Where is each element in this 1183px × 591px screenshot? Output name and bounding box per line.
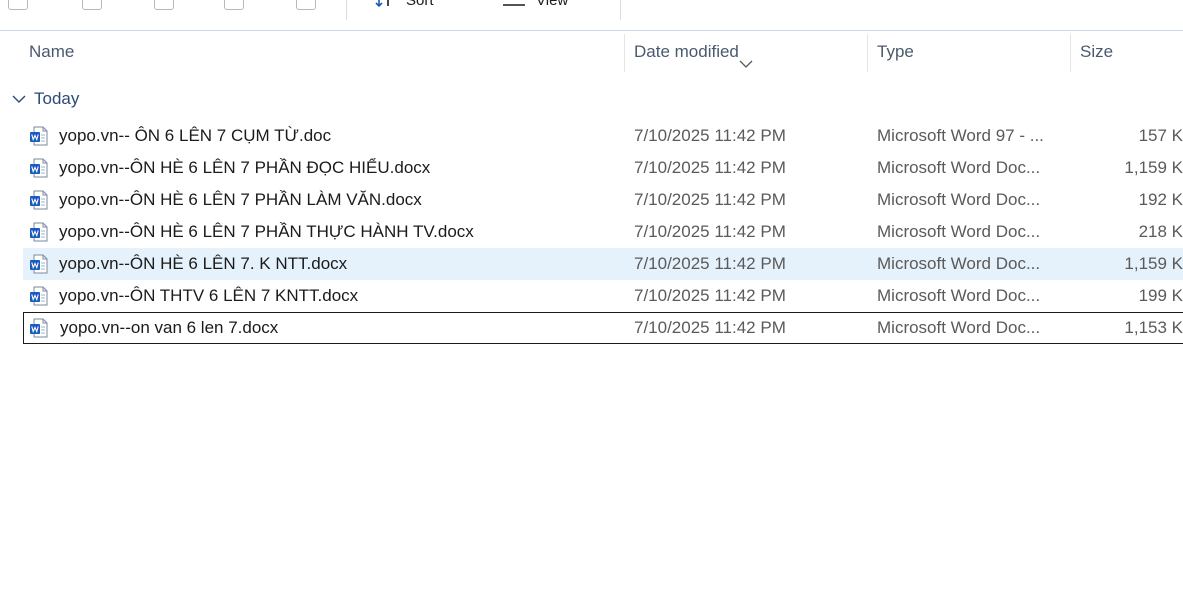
file-date-modified: 7/10/2025 11:42 PM — [634, 190, 786, 209]
column-header-size[interactable]: Size — [1071, 32, 1183, 72]
file-row[interactable]: yopo.vn--ÔN HÈ 6 LÊN 7 PHẦN ĐỌC HIỂU.doc… — [23, 152, 1183, 184]
word-document-icon — [30, 318, 48, 338]
file-date-modified: 7/10/2025 11:42 PM — [634, 254, 786, 273]
delete-icon[interactable] — [296, 0, 316, 10]
file-row[interactable]: yopo.vn--ÔN HÈ 6 LÊN 7 PHẦN THỰC HÀNH TV… — [23, 216, 1183, 248]
file-name: yopo.vn--ÔN HÈ 6 LÊN 7. K NTT.docx — [59, 254, 348, 273]
file-name: yopo.vn--ÔN HÈ 6 LÊN 7 PHẦN THỰC HÀNH TV… — [59, 222, 474, 241]
file-type: Microsoft Word Doc... — [877, 190, 1041, 209]
file-type: Microsoft Word Doc... — [877, 286, 1041, 305]
view-button[interactable]: View — [502, 0, 568, 11]
file-type: Microsoft Word Doc... — [877, 158, 1041, 177]
file-date-modified: 7/10/2025 11:42 PM — [634, 286, 786, 305]
file-date-modified: 7/10/2025 11:42 PM — [634, 158, 786, 177]
file-row[interactable]: yopo.vn-- ÔN 6 LÊN 7 CỤM TỪ.doc 7/10/202… — [23, 120, 1183, 152]
chevron-down-icon[interactable] — [12, 94, 26, 104]
sort-icon — [375, 0, 389, 8]
file-date-modified: 7/10/2025 11:42 PM — [634, 126, 786, 145]
file-row-hovered[interactable]: yopo.vn--ÔN HÈ 6 LÊN 7. K NTT.docx 7/10/… — [23, 248, 1183, 280]
file-name: yopo.vn--ÔN HÈ 6 LÊN 7 PHẦN ĐỌC HIỂU.doc… — [59, 158, 431, 177]
file-date-modified: 7/10/2025 11:42 PM — [634, 222, 786, 241]
copy-icon[interactable] — [8, 0, 28, 10]
file-name: yopo.vn--ÔN HÈ 6 LÊN 7 PHẦN LÀM VĂN.docx — [59, 190, 422, 209]
file-explorer-window: Sort View Name Date modified Type Size T… — [0, 0, 1183, 591]
rename-icon[interactable] — [224, 0, 244, 10]
sort-descending-icon — [739, 60, 753, 68]
word-document-icon — [30, 190, 48, 210]
column-header-type[interactable]: Type — [868, 32, 1070, 72]
word-document-icon — [30, 286, 48, 306]
word-document-icon — [30, 158, 48, 178]
sort-label: Sort — [406, 0, 434, 9]
file-type: Microsoft Word Doc... — [877, 318, 1041, 337]
file-size: 1,153 K — [1124, 318, 1183, 337]
file-name: yopo.vn--on van 6 len 7.docx — [60, 318, 279, 337]
command-bar: Sort View — [0, 0, 1183, 31]
file-size: 199 K — [1138, 286, 1183, 305]
file-size: 1,159 K — [1124, 254, 1183, 273]
file-name: yopo.vn--ÔN THTV 6 LÊN 7 KNTT.docx — [59, 286, 359, 305]
file-size: 192 K — [1138, 190, 1183, 209]
file-type: Microsoft Word Doc... — [877, 254, 1041, 273]
group-header-today[interactable]: Today — [12, 86, 79, 112]
file-size: 157 K — [1138, 126, 1183, 145]
file-size: 1,159 K — [1124, 158, 1183, 177]
file-row-focused[interactable]: yopo.vn--on van 6 len 7.docx 7/10/2025 1… — [23, 312, 1183, 344]
word-document-icon — [30, 222, 48, 242]
view-icon — [503, 4, 525, 6]
toolbar-separator — [346, 0, 347, 20]
file-size: 218 K — [1138, 222, 1183, 241]
toolbar-separator — [620, 0, 621, 20]
paste-icon[interactable] — [82, 0, 102, 10]
file-type: Microsoft Word Doc... — [877, 222, 1041, 241]
file-date-modified: 7/10/2025 11:42 PM — [634, 318, 786, 337]
sort-button[interactable]: Sort — [374, 0, 434, 11]
column-header-row: Name Date modified Type Size — [0, 32, 1183, 72]
group-label: Today — [34, 89, 80, 108]
word-document-icon — [30, 254, 48, 274]
file-row[interactable]: yopo.vn--ÔN THTV 6 LÊN 7 KNTT.docx 7/10/… — [23, 280, 1183, 312]
word-document-icon — [30, 126, 48, 146]
file-type: Microsoft Word 97 - ... — [877, 126, 1044, 145]
file-row[interactable]: yopo.vn--ÔN HÈ 6 LÊN 7 PHẦN LÀM VĂN.docx… — [23, 184, 1183, 216]
view-label: View — [536, 0, 569, 9]
column-header-name[interactable]: Name — [20, 32, 624, 72]
share-icon[interactable] — [154, 0, 174, 10]
file-name: yopo.vn-- ÔN 6 LÊN 7 CỤM TỪ.doc — [59, 126, 332, 145]
